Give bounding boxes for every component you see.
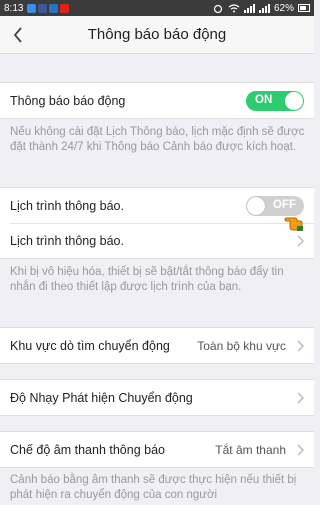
battery-percent: 62%: [273, 2, 294, 14]
sensitivity-section: Độ Nhạy Phát hiện Chuyển động: [0, 379, 314, 416]
schedule-section: Lịch trình thông báo. OFF Lịch trình thô…: [0, 187, 314, 259]
nav-bar: Thông báo báo động: [0, 16, 314, 54]
sound-mode-label: Chế độ âm thanh thông báo: [10, 442, 165, 457]
sensitivity-row[interactable]: Độ Nhạy Phát hiện Chuyển động: [0, 380, 314, 415]
motion-zone-value: Toàn bộ khu vực: [197, 338, 286, 353]
chevron-right-icon: [297, 339, 304, 352]
sound-mode-row[interactable]: Chế độ âm thanh thông báo Tắt âm thanh: [0, 432, 314, 467]
schedule-link-label: Lịch trình thông báo.: [10, 234, 124, 248]
toggle-knob: [285, 91, 303, 110]
facebook-icon: [38, 3, 48, 13]
wifi-icon: [228, 3, 240, 12]
alarm-icon: [213, 4, 223, 13]
alarm-notification-row: Thông báo báo động ON: [0, 83, 314, 118]
sound-mode-section: Chế độ âm thanh thông báo Tắt âm thanh: [0, 431, 314, 468]
sound-note: Cảnh báo bằng âm thanh sẽ được thực hiện…: [10, 474, 297, 501]
sound-mode-value: Tắt âm thanh: [215, 442, 286, 457]
schedule-note: Khi bị vô hiệu hóa, thiết bị sẽ bật/tắt …: [10, 266, 284, 293]
sensitivity-label: Độ Nhạy Phát hiện Chuyển động: [10, 390, 193, 405]
back-button[interactable]: [6, 23, 30, 47]
signal-icon: [243, 3, 255, 13]
alarm-notification-label: Thông báo báo động: [10, 93, 126, 108]
toggle-knob: [247, 196, 265, 215]
schedule-link-row[interactable]: Lịch trình thông báo.: [10, 223, 314, 258]
schedule-toggle-label: Lịch trình thông báo.: [10, 198, 124, 213]
default-schedule-note: Nếu không cài đặt Lịch Thông báo, lịch m…: [10, 126, 305, 153]
alarm-section: Thông báo báo động ON: [0, 82, 314, 119]
battery-icon: [298, 4, 310, 12]
status-time: 8:13: [4, 2, 24, 14]
alarm-notification-toggle[interactable]: ON: [246, 90, 304, 111]
pointing-hand-icon: [284, 217, 303, 231]
messenger-icon: [27, 3, 37, 13]
motion-zone-row[interactable]: Khu vực dò tìm chuyển động Toàn bộ khu v…: [0, 328, 314, 363]
page-title: Thông báo báo động: [87, 26, 227, 43]
chevron-left-icon: [13, 27, 22, 43]
motion-zone-label: Khu vực dò tìm chuyển động: [10, 338, 170, 353]
chevron-right-icon: [297, 235, 304, 247]
motion-zone-section: Khu vực dò tìm chuyển động Toàn bộ khu v…: [0, 327, 314, 364]
mail-icon: [49, 3, 59, 13]
schedule-toggle-row: Lịch trình thông báo. OFF: [0, 188, 314, 223]
toggle-on-text: ON: [255, 93, 273, 106]
signal-icon-2: [258, 3, 270, 13]
toggle-off-text: OFF: [273, 198, 296, 211]
chevron-right-icon: [297, 391, 304, 404]
chevron-right-icon: [297, 443, 304, 456]
status-bar: 8:13 62%: [0, 0, 314, 16]
youtube-icon: [60, 3, 70, 13]
